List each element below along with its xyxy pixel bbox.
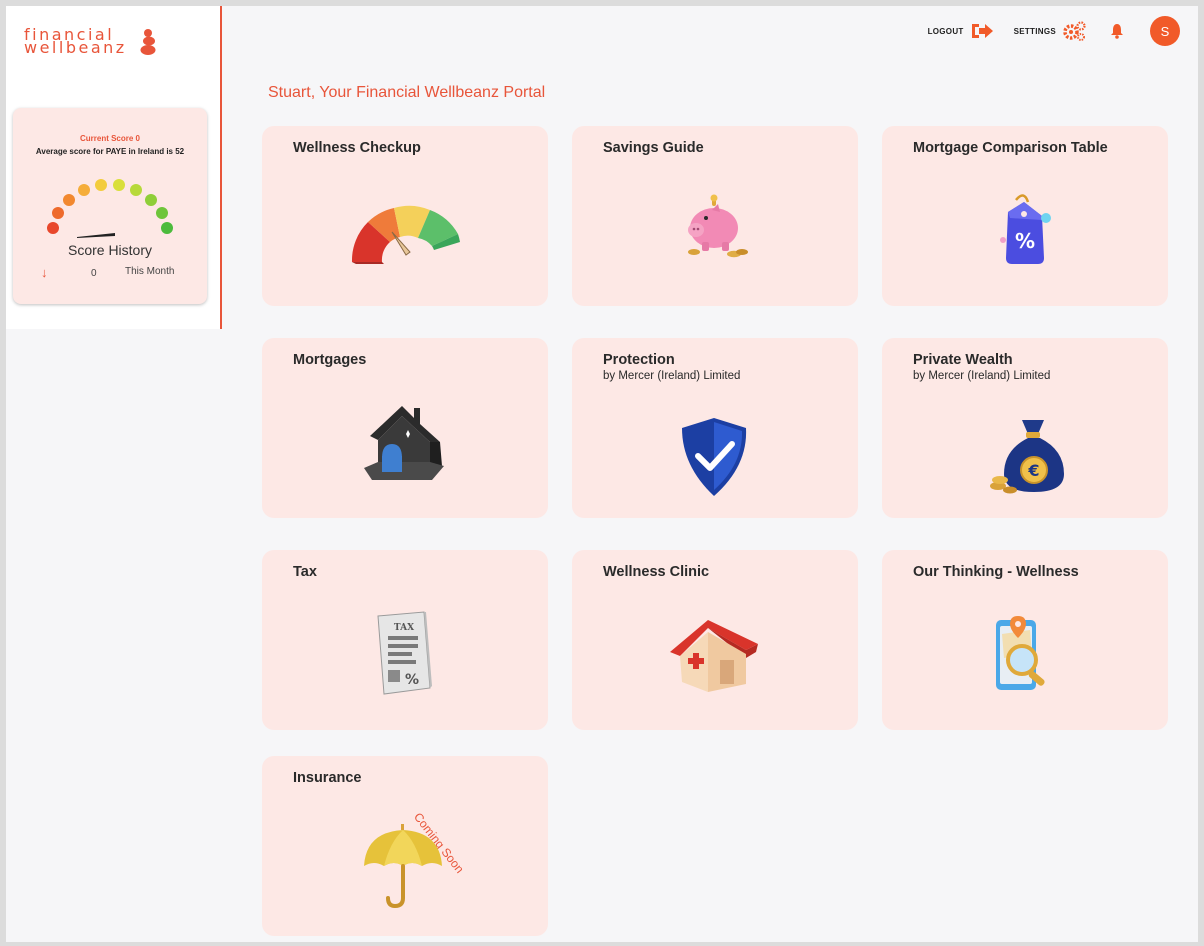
logout-label: LOGOUT <box>927 26 964 36</box>
score-change-value: 0 <box>91 268 97 279</box>
user-avatar[interactable]: S <box>1150 16 1180 46</box>
card-title: Protection <box>603 352 675 368</box>
gauge-icon <box>351 205 460 264</box>
sidebar: financial wellbeanz Current Score 0 Aver… <box>6 6 222 329</box>
beans-logo-icon <box>140 29 156 55</box>
card-title: Tax <box>293 564 317 580</box>
app-frame: financial wellbeanz Current Score 0 Aver… <box>6 6 1198 942</box>
card-title: Mortgage Comparison Table <box>913 140 1108 156</box>
top-bar: LOGOUT SETTINGS S <box>928 16 1180 46</box>
score-change-row: ↓ 0 This Month <box>13 265 207 280</box>
settings-label: SETTINGS <box>1013 26 1056 36</box>
logout-button[interactable]: LOGOUT <box>928 22 994 40</box>
current-score: Current Score 0 <box>79 134 141 143</box>
card-title: Private Wealth <box>913 352 1013 368</box>
card-savings-guide[interactable]: Savings Guide <box>572 126 858 306</box>
percent-tag-icon: % <box>1000 194 1051 264</box>
card-title: Insurance <box>293 770 362 786</box>
clinic-icon <box>670 620 758 692</box>
card-insurance[interactable]: Insurance Coming Soon <box>262 756 548 936</box>
notifications-button[interactable] <box>1110 23 1124 39</box>
svg-text:€: € <box>1027 461 1039 480</box>
page-title: Stuart, Your Financial Wellbeanz Portal <box>268 84 546 101</box>
average-score: Average score for PAYE in Ireland is 52 <box>35 147 185 156</box>
svg-text:%: % <box>1015 229 1035 253</box>
card-private-wealth[interactable]: Private Wealth by Mercer (Ireland) Limit… <box>882 338 1168 518</box>
settings-button[interactable]: SETTINGS <box>1014 21 1086 41</box>
score-card[interactable]: Current Score 0 Average score for PAYE i… <box>13 108 207 304</box>
shield-check-icon <box>682 418 747 496</box>
svg-text:TAX: TAX <box>394 623 414 633</box>
card-tax[interactable]: Tax TAX % <box>262 550 548 730</box>
card-wellness-checkup[interactable]: Wellness Checkup <box>262 126 548 306</box>
card-protection[interactable]: Protection by Mercer (Ireland) Limited <box>572 338 858 518</box>
score-period: This Month <box>125 266 175 277</box>
score-gauge-icon <box>47 179 173 238</box>
money-bag-icon: € <box>990 420 1064 494</box>
tax-document-icon: TAX % <box>377 611 432 695</box>
card-wellness-clinic[interactable]: Wellness Clinic <box>572 550 858 730</box>
score-history-label: Score History <box>67 242 153 258</box>
card-mortgage-comparison-table[interactable]: Mortgage Comparison Table % <box>882 126 1168 306</box>
card-our-thinking-wellness[interactable]: Our Thinking - Wellness <box>882 550 1168 730</box>
map-search-icon <box>996 616 1045 690</box>
svg-text:%: % <box>405 672 419 688</box>
card-subtitle: by Mercer (Ireland) Limited <box>603 370 741 382</box>
logout-icon <box>971 24 993 38</box>
card-title: Our Thinking - Wellness <box>913 564 1079 580</box>
arrow-down-icon: ↓ <box>41 265 48 280</box>
card-title: Mortgages <box>293 352 367 368</box>
bell-icon <box>1111 24 1123 39</box>
umbrella-icon <box>364 824 442 908</box>
card-title: Wellness Clinic <box>603 564 710 580</box>
card-title: Wellness Checkup <box>293 140 421 156</box>
house-icon <box>364 406 444 480</box>
piggy-bank-icon <box>688 194 748 258</box>
gears-icon <box>1063 21 1086 41</box>
card-mortgages[interactable]: Mortgages <box>262 338 548 518</box>
card-title: Savings Guide <box>603 140 704 156</box>
card-subtitle: by Mercer (Ireland) Limited <box>913 370 1051 382</box>
brand-logo[interactable]: financial wellbeanz <box>24 27 174 62</box>
